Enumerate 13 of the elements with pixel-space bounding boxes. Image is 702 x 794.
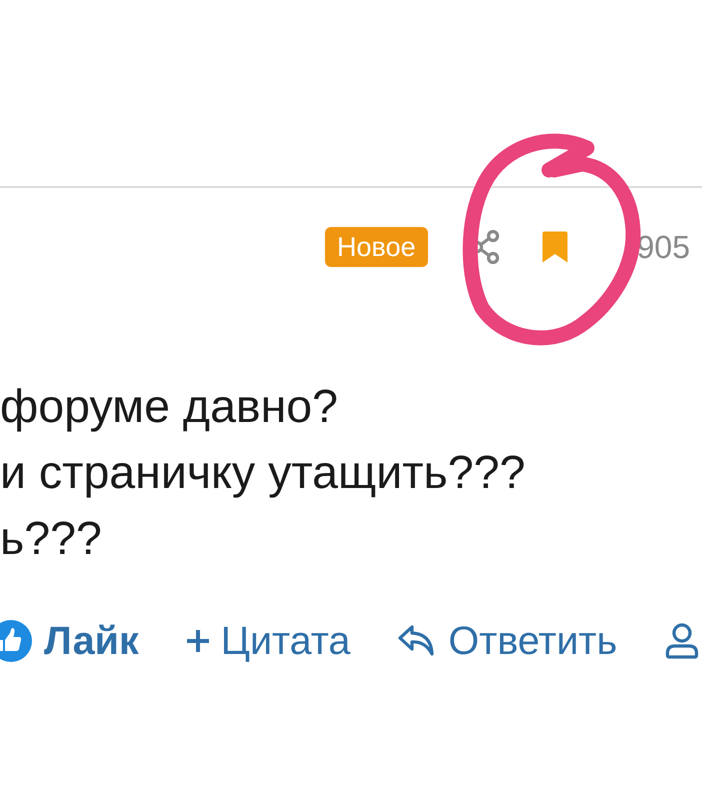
reply-arrow-icon <box>398 625 436 657</box>
profile-button[interactable] <box>665 623 700 659</box>
user-icon <box>665 623 700 659</box>
post-text-line: форуме давно? <box>0 379 340 434</box>
post-text-line: ь??? <box>0 511 103 566</box>
new-badge: Новое <box>325 227 428 267</box>
post-text-line: и страничку утащить??? <box>0 445 526 500</box>
post-number-link[interactable]: 905 <box>636 227 690 267</box>
like-button[interactable]: Лайк <box>0 619 139 663</box>
plus-icon <box>186 630 209 652</box>
quote-button[interactable]: Цитата <box>186 619 350 663</box>
reply-button[interactable]: Ответить <box>398 619 618 663</box>
bookmark-icon[interactable] <box>540 230 569 264</box>
